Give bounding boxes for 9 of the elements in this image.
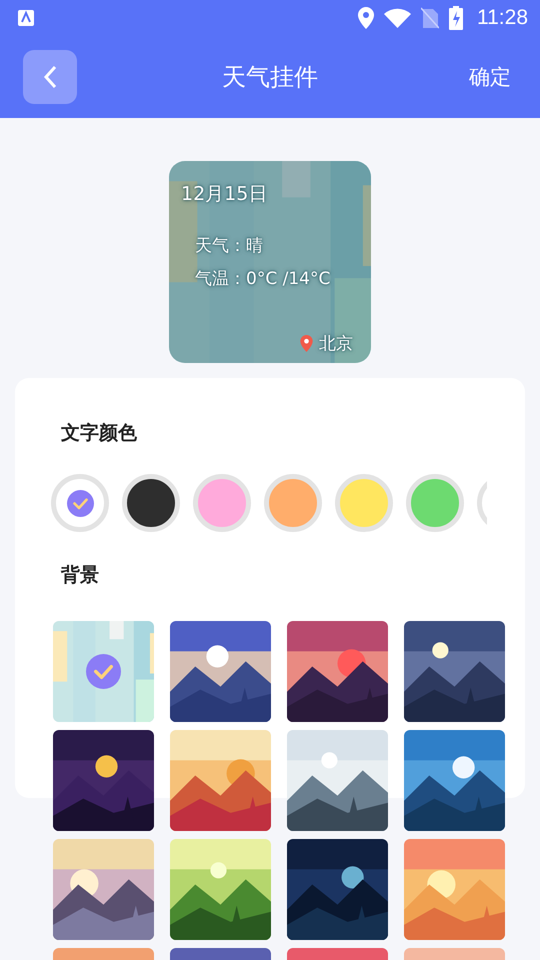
section-title: 背景 [60,563,100,588]
widget-date: 12月15日 [181,182,268,207]
widget-weather: 天气：晴 [195,235,263,257]
widget-temperature: 气温：0°C /14°C [195,268,330,290]
status-time: 11:28 [477,6,528,30]
page-title: 天气挂件 [222,62,318,93]
confirm-button[interactable]: 确定 [463,63,517,91]
section-title: 文字颜色 [60,421,138,446]
widget-city: 北京 [319,333,353,355]
